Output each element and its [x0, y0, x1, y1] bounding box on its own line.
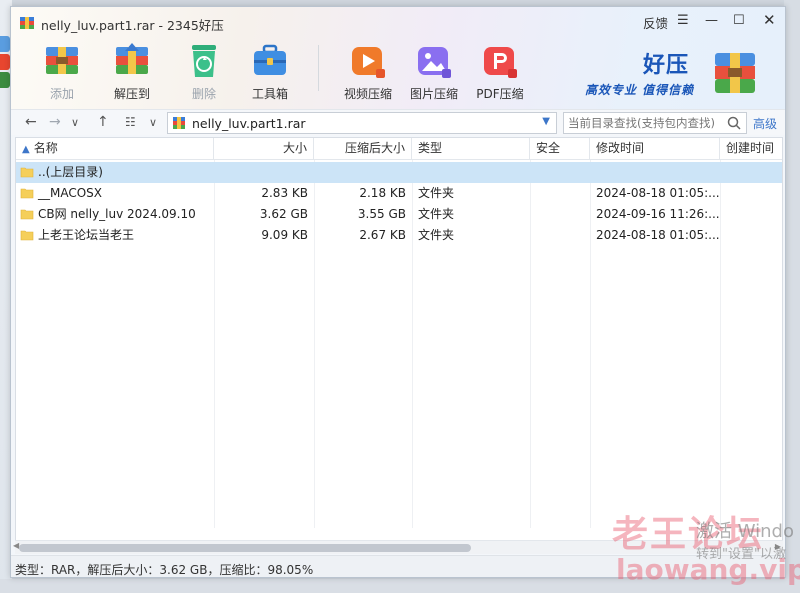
- row-compressed-size: 2.18 KB: [359, 186, 406, 200]
- menu-icon[interactable]: ☰: [677, 13, 689, 28]
- video-compress-icon: [352, 47, 385, 78]
- view-mode-chevron-icon[interactable]: ∨: [149, 116, 157, 129]
- image-compress-icon: [418, 47, 451, 78]
- row-size: 2.83 KB: [261, 186, 308, 200]
- history-chevron-down-icon[interactable]: ∨: [71, 116, 79, 129]
- add-label: 添加: [49, 87, 74, 101]
- desktop-icon-fragment: [0, 72, 10, 88]
- archive-window: nelly_luv.part1.rar - 2345好压 反馈 ☰ — ☐ ✕ …: [10, 6, 786, 578]
- video-compress-button[interactable]: 视频压缩: [337, 37, 399, 107]
- title-bar[interactable]: nelly_luv.part1.rar - 2345好压 反馈 ☰ — ☐ ✕: [11, 7, 785, 37]
- status-text: 类型：RAR，解压后大小：3.62 GB，压缩比：98.05%: [15, 563, 314, 577]
- row-type: 文件夹: [418, 186, 455, 200]
- add-button[interactable]: 添加: [31, 37, 93, 107]
- row-modified: 2024-08-18 01:05:...: [596, 186, 720, 200]
- desktop-icon-fragment: [0, 54, 10, 70]
- delete-button[interactable]: 删除: [173, 37, 235, 107]
- column-header-compressed-size[interactable]: 压缩后大小: [314, 138, 412, 160]
- path-text: nelly_luv.part1.rar: [192, 116, 306, 131]
- row-size: 3.62 GB: [259, 207, 308, 221]
- scroll-right-icon[interactable]: ▶: [775, 542, 781, 551]
- image-compress-button[interactable]: 图片压缩: [403, 37, 465, 107]
- search-input[interactable]: [564, 113, 722, 133]
- extract-label: 解压到: [113, 87, 150, 101]
- column-header-name[interactable]: ▲ 名称: [16, 138, 214, 160]
- pdf-compress-button[interactable]: PDF压缩: [469, 37, 531, 107]
- row-modified: 2024-08-18 01:05:...: [596, 228, 720, 242]
- path-field[interactable]: nelly_luv.part1.rar ▼: [167, 112, 557, 134]
- rar-app-icon: [20, 17, 34, 29]
- rar-file-icon: [173, 117, 185, 129]
- table-row[interactable]: __MACOSX 2.83 KB 2.18 KB 文件夹 2024-08-18 …: [16, 183, 782, 204]
- brand-slogan: 高效专业 值得信赖: [585, 83, 695, 97]
- toolbox-icon: [254, 44, 286, 75]
- sort-up-icon: ▲: [22, 144, 30, 155]
- desktop-icon-fragment: [0, 36, 10, 52]
- toolbox-button[interactable]: 工具箱: [239, 37, 301, 107]
- row-size: 9.09 KB: [261, 228, 308, 242]
- file-list: ▲ 名称 大小 压缩后大小 类型 安全 修改时间 创建时间 ..(上层目录) __…: [15, 137, 783, 541]
- path-dropdown-icon[interactable]: ▼: [542, 116, 550, 127]
- image-compress-label: 图片压缩: [409, 87, 458, 101]
- row-name: __MACOSX: [38, 186, 103, 200]
- feedback-button[interactable]: 反馈: [643, 13, 668, 32]
- window-title: nelly_luv.part1.rar - 2345好压: [41, 18, 224, 33]
- status-bar: 类型：RAR，解压后大小：3.62 GB，压缩比：98.05%: [11, 555, 785, 577]
- brand-archive-icon: [715, 53, 755, 93]
- row-name: 上老王论坛当老王: [38, 228, 135, 242]
- brand-name: 好压: [643, 53, 690, 78]
- search-box[interactable]: [563, 112, 747, 134]
- add-archive-icon: [46, 47, 78, 74]
- column-header-size[interactable]: 大小: [214, 138, 314, 160]
- column-header-modified[interactable]: 修改时间: [590, 138, 720, 160]
- search-icon[interactable]: [726, 115, 742, 131]
- maximize-button[interactable]: ☐: [733, 13, 745, 28]
- minimize-button[interactable]: —: [705, 13, 718, 28]
- forward-arrow-icon[interactable]: →: [49, 114, 61, 130]
- brand-logo: 好压 高效专业 值得信赖: [581, 41, 781, 101]
- row-name: ..(上层目录): [38, 165, 103, 179]
- pdf-compress-icon: [484, 47, 517, 78]
- toolbar: 添加 解压到 删除 工具箱 视频压缩 图片压缩 PDF压缩 好压 高效专业 值得…: [11, 37, 785, 107]
- row-compressed-size: 3.55 GB: [357, 207, 406, 221]
- row-type: 文件夹: [418, 228, 455, 242]
- toolbox-label: 工具箱: [251, 87, 288, 101]
- address-bar: ← → ∨ ↑ ☷ ∨ nelly_luv.part1.rar ▼ 高级: [11, 109, 785, 135]
- table-row[interactable]: 上老王论坛当老王 9.09 KB 2.67 KB 文件夹 2024-08-18 …: [16, 225, 782, 246]
- desktop-bottom-strip: [0, 579, 800, 593]
- horizontal-scrollbar[interactable]: ◀ ▶: [13, 540, 783, 554]
- extract-button[interactable]: 解压到: [101, 37, 163, 107]
- up-arrow-icon[interactable]: ↑: [97, 114, 109, 130]
- column-header-created[interactable]: 创建时间: [720, 138, 784, 160]
- row-compressed-size: 2.67 KB: [359, 228, 406, 242]
- back-arrow-icon[interactable]: ←: [25, 114, 37, 130]
- table-row[interactable]: CB网 nelly_luv 2024.09.10 3.62 GB 3.55 GB…: [16, 204, 782, 225]
- close-button[interactable]: ✕: [763, 11, 776, 29]
- recycle-bin-icon: [192, 45, 216, 77]
- row-type: 文件夹: [418, 207, 455, 221]
- video-compress-label: 视频压缩: [343, 87, 392, 101]
- advanced-search-link[interactable]: 高级: [753, 115, 777, 132]
- scrollbar-thumb[interactable]: [19, 544, 471, 552]
- file-list-header: ▲ 名称 大小 压缩后大小 类型 安全 修改时间 创建时间: [16, 138, 782, 160]
- column-header-type[interactable]: 类型: [412, 138, 530, 160]
- column-header-security[interactable]: 安全: [530, 138, 590, 160]
- delete-label: 删除: [191, 87, 216, 101]
- extract-icon: [116, 43, 148, 74]
- desktop-right-strip: [784, 0, 800, 593]
- row-name: CB网 nelly_luv 2024.09.10: [38, 207, 196, 221]
- row-modified: 2024-09-16 11:26:...: [596, 207, 720, 221]
- toolbar-separator: [318, 45, 319, 91]
- pdf-compress-label: PDF压缩: [476, 87, 524, 101]
- view-mode-icon[interactable]: ☷: [125, 115, 136, 129]
- table-row-parent-dir[interactable]: ..(上层目录): [16, 162, 782, 183]
